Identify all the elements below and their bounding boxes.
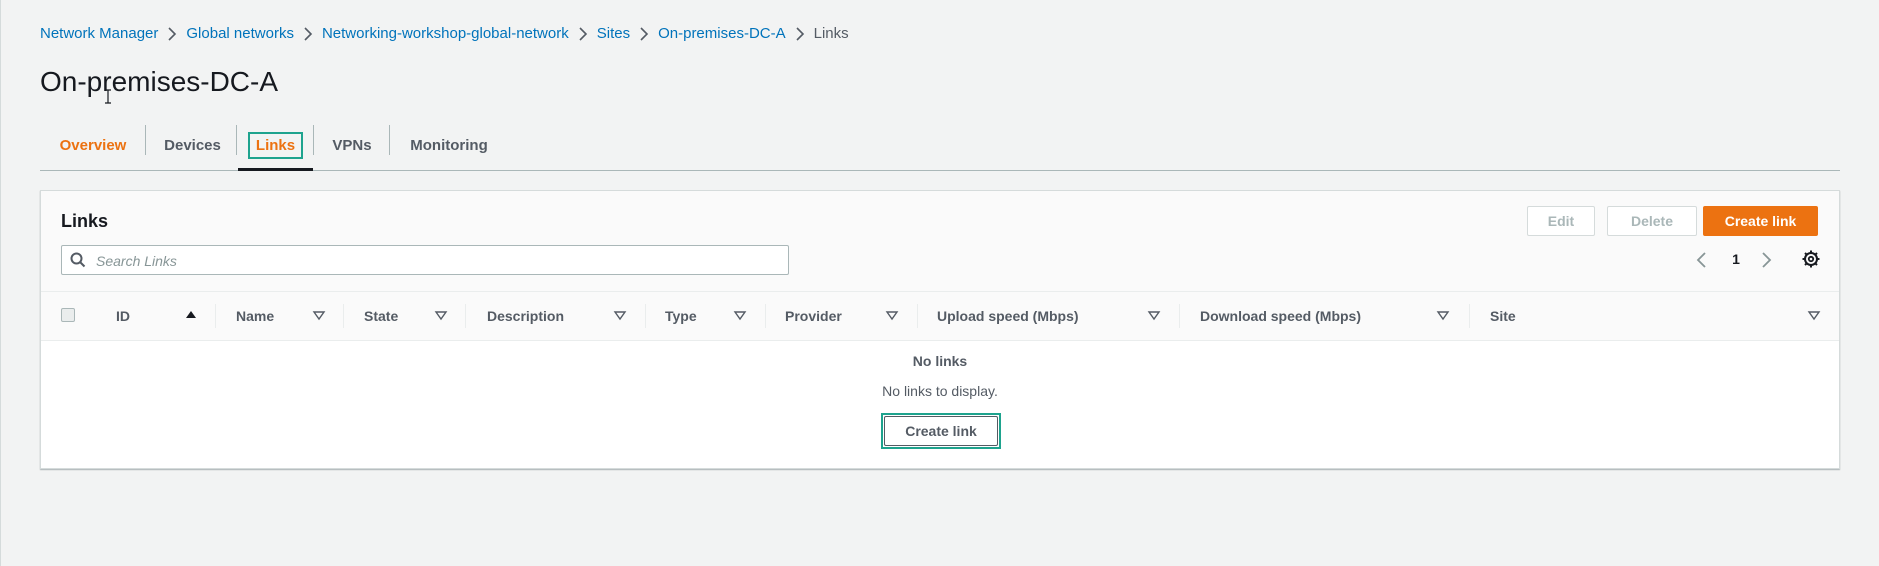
column-divider: [465, 304, 466, 328]
tab-overview[interactable]: Overview: [40, 120, 146, 170]
empty-state-description: No links to display.: [882, 383, 998, 399]
empty-state-focus-ring: Create link: [881, 413, 1001, 449]
current-page-number[interactable]: 1: [1726, 251, 1746, 267]
column-divider: [1469, 304, 1470, 328]
tab-bar: Overview Devices Links VPNs Monitoring: [40, 120, 1840, 171]
empty-state-create-link-button[interactable]: Create link: [884, 416, 998, 446]
breadcrumb-global-network-name[interactable]: Networking-workshop-global-network: [322, 25, 569, 42]
column-divider: [215, 304, 216, 328]
tab-divider: [236, 125, 237, 155]
column-divider: [765, 304, 766, 328]
text-cursor-icon: [105, 89, 111, 104]
table-header: ID Name State Description Type Provider …: [41, 291, 1839, 341]
sort-icon[interactable]: [613, 308, 627, 322]
create-link-button[interactable]: Create link: [1703, 206, 1818, 236]
links-panel: Links Edit Delete Create link 1 ID Name …: [40, 190, 1840, 469]
search-input[interactable]: [94, 246, 778, 276]
column-divider: [917, 304, 918, 328]
sort-icon[interactable]: [885, 308, 899, 322]
search-box: [61, 245, 789, 276]
delete-button[interactable]: Delete: [1607, 206, 1697, 236]
column-header-upload-speed[interactable]: Upload speed (Mbps): [937, 292, 1079, 340]
column-divider: [645, 304, 646, 328]
column-header-download-speed[interactable]: Download speed (Mbps): [1200, 292, 1361, 340]
column-header-state[interactable]: State: [364, 292, 398, 340]
panel-title: Links: [61, 211, 109, 231]
breadcrumb-network-manager[interactable]: Network Manager: [40, 25, 158, 42]
column-header-id[interactable]: ID: [116, 292, 130, 340]
column-divider: [343, 304, 344, 328]
page-title: On-premises-DC-A: [40, 66, 279, 97]
breadcrumb-sites[interactable]: Sites: [597, 25, 630, 42]
tab-devices[interactable]: Devices: [146, 120, 239, 170]
column-header-description[interactable]: Description: [487, 292, 564, 340]
column-header-type[interactable]: Type: [665, 292, 697, 340]
gear-icon[interactable]: [1801, 249, 1821, 269]
tab-links-label: Links: [247, 131, 304, 159]
tab-monitoring[interactable]: Monitoring: [390, 120, 508, 170]
sort-ascending-icon[interactable]: [184, 308, 198, 322]
breadcrumb: Network Manager Global networks Networki…: [40, 25, 849, 42]
next-page-icon[interactable]: [1757, 251, 1775, 269]
active-tab-indicator: [238, 168, 313, 171]
empty-state-title: No links: [912, 353, 968, 369]
chevron-right-icon: [786, 26, 814, 41]
breadcrumb-site[interactable]: On-premises-DC-A: [658, 25, 786, 42]
chevron-right-icon: [294, 26, 322, 41]
column-divider: [1179, 304, 1180, 328]
column-header-site[interactable]: Site: [1490, 292, 1516, 340]
page-left-border: [0, 0, 1, 566]
sort-icon[interactable]: [312, 308, 326, 322]
sort-icon[interactable]: [434, 308, 448, 322]
breadcrumb-current: Links: [813, 25, 849, 42]
column-header-provider[interactable]: Provider: [785, 292, 842, 340]
edit-button[interactable]: Edit: [1527, 206, 1595, 236]
chevron-right-icon: [569, 26, 597, 41]
chevron-right-icon: [630, 26, 658, 41]
tab-vpns[interactable]: VPNs: [314, 120, 390, 170]
sort-icon[interactable]: [1436, 308, 1450, 322]
chevron-right-icon: [158, 26, 186, 41]
previous-page-icon[interactable]: [1693, 251, 1711, 269]
breadcrumb-global-networks[interactable]: Global networks: [186, 25, 294, 42]
column-header-name[interactable]: Name: [236, 292, 274, 340]
sort-icon[interactable]: [1147, 308, 1161, 322]
tab-links[interactable]: Links: [238, 120, 313, 171]
select-all-checkbox[interactable]: [61, 308, 75, 322]
sort-icon[interactable]: [1807, 308, 1821, 322]
sort-icon[interactable]: [733, 308, 747, 322]
search-icon: [70, 252, 86, 268]
